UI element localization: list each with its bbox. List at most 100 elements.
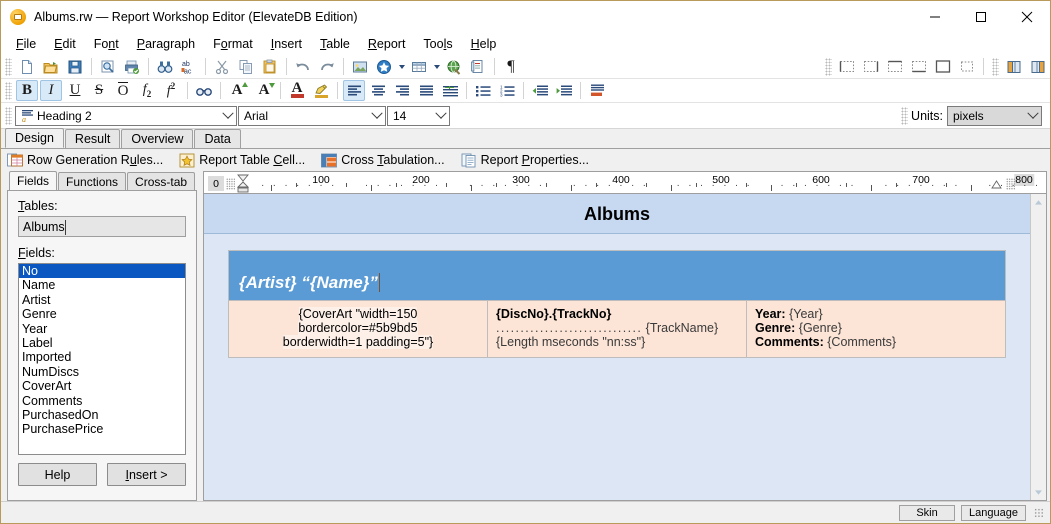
numbered-list-button[interactable]: 123 <box>496 80 518 101</box>
paragraph-style-combo[interactable]: a Heading 2 <box>15 105 237 126</box>
tab-stop-icon[interactable] <box>1006 178 1015 190</box>
line-spacing-button[interactable] <box>439 80 461 101</box>
menu-insert[interactable]: Insert <box>262 35 311 53</box>
list-item[interactable]: Label <box>19 336 185 350</box>
tab-stop-icon[interactable] <box>226 178 235 190</box>
menu-format[interactable]: Format <box>204 35 262 53</box>
minimize-button[interactable] <box>912 1 958 33</box>
align-justify-button[interactable] <box>415 80 437 101</box>
align-right-button[interactable] <box>391 80 413 101</box>
tab-data[interactable]: Data <box>194 129 241 148</box>
units-chevron-down-icon[interactable] <box>1024 107 1041 125</box>
help-button[interactable]: Help <box>18 463 97 486</box>
align-left-button[interactable] <box>343 80 365 101</box>
resize-grip-icon[interactable] <box>1034 507 1044 518</box>
align-center-button[interactable] <box>367 80 389 101</box>
list-item[interactable]: No <box>19 264 185 279</box>
report-title-cell[interactable]: {Artist} “{Name}” <box>228 250 1006 301</box>
menu-file[interactable]: FFileile <box>7 35 45 53</box>
undo-arrow-icon[interactable] <box>292 56 314 77</box>
border-bottom-icon[interactable] <box>910 59 928 74</box>
tab-result[interactable]: Result <box>64 129 121 148</box>
tables-chevron-down-icon[interactable] <box>64 219 66 235</box>
print-icon[interactable] <box>121 56 143 77</box>
shrink-font-icon[interactable]: A <box>253 80 276 101</box>
list-item[interactable]: PurchasedOn <box>19 408 185 422</box>
insert-image-icon[interactable] <box>349 56 371 77</box>
scrollbar-track[interactable] <box>1031 210 1046 484</box>
replace-abac-icon[interactable]: ab ac <box>178 56 200 77</box>
font-name-chevron-down-icon[interactable] <box>368 106 385 125</box>
redo-arrow-icon[interactable] <box>316 56 338 77</box>
right-margin-marker-icon[interactable] <box>991 178 1002 192</box>
insert-hyperlink-globe-icon[interactable] <box>443 56 465 77</box>
border-right-icon[interactable] <box>862 59 880 74</box>
horizontal-ruler[interactable]: 0 100 200 300 400 500 600 700 800 · · · <box>203 171 1047 193</box>
border-top-icon[interactable] <box>886 59 904 74</box>
cut-scissors-icon[interactable] <box>211 56 233 77</box>
bullet-list-button[interactable] <box>472 80 494 101</box>
menu-edit[interactable]: Edit <box>45 35 85 53</box>
superscript-button[interactable]: f2 <box>160 80 182 101</box>
toolbar-grip[interactable] <box>5 57 12 76</box>
toolbar-grip[interactable] <box>5 106 12 125</box>
menu-report[interactable]: Report <box>359 35 415 53</box>
panel-tab-crosstab[interactable]: Cross-tab <box>127 172 196 190</box>
menu-font[interactable]: Font <box>85 35 128 53</box>
report-canvas[interactable]: Albums {Artist} “{Name}” {CoverArt "widt… <box>204 194 1030 500</box>
insert-table-dropdown[interactable] <box>431 56 442 77</box>
open-folder-icon[interactable] <box>40 56 62 77</box>
paragraph-border-button[interactable] <box>586 80 608 101</box>
border-left-icon[interactable] <box>838 59 856 74</box>
overline-button[interactable]: O <box>112 80 134 101</box>
list-item[interactable]: Artist <box>19 293 185 307</box>
tables-combo[interactable]: Albums <box>18 216 186 237</box>
font-size-chevron-down-icon[interactable] <box>432 106 449 125</box>
decrease-indent-button[interactable] <box>529 80 551 101</box>
canvas-vertical-scrollbar[interactable] <box>1030 194 1046 500</box>
paste-clipboard-icon[interactable] <box>259 56 281 77</box>
increase-indent-button[interactable] <box>553 80 575 101</box>
subscript-button[interactable]: f2 <box>136 80 158 101</box>
border-all-icon[interactable] <box>934 59 952 74</box>
language-button[interactable]: Language <box>961 504 1026 521</box>
menu-tools[interactable]: Tools <box>414 35 461 53</box>
find-binoculars-icon[interactable] <box>154 56 176 77</box>
report-table-cell-button[interactable]: Report Table Cell... <box>179 150 313 170</box>
fields-listbox[interactable]: No Name Artist Genre Year Label Imported… <box>18 263 186 455</box>
paragraph-style-chevron-down-icon[interactable] <box>219 106 236 125</box>
save-disk-icon[interactable] <box>64 56 86 77</box>
new-document-icon[interactable] <box>16 56 38 77</box>
bold-button[interactable]: B <box>16 80 38 101</box>
list-item[interactable]: NumDiscs <box>19 365 185 379</box>
grow-font-icon[interactable]: A <box>226 80 249 101</box>
panel-tab-fields[interactable]: Fields <box>9 171 58 190</box>
list-item[interactable]: Comments <box>19 394 185 408</box>
track-list-cell[interactable]: {DiscNo}.{TrackNo} .....................… <box>487 300 747 358</box>
font-name-combo[interactable]: Arial <box>238 105 386 126</box>
insert-object-icon[interactable] <box>373 56 395 77</box>
report-table[interactable]: {Artist} “{Name}” {CoverArt "width=150 b… <box>228 250 1006 358</box>
font-color-icon[interactable]: A <box>286 80 308 101</box>
italic-button[interactable]: I <box>40 80 62 101</box>
menu-table[interactable]: Table <box>311 35 359 53</box>
print-preview-icon[interactable] <box>97 56 119 77</box>
panel-toolbar-grip[interactable] <box>992 57 999 76</box>
maximize-button[interactable] <box>958 1 1004 33</box>
scroll-down-icon[interactable] <box>1031 484 1046 500</box>
insert-note-icon[interactable] <box>467 56 489 77</box>
row-generation-rules-button[interactable]: Row Generation Rules... <box>7 150 171 170</box>
list-item[interactable]: CoverArt <box>19 379 185 393</box>
report-properties-button[interactable]: Report Properties... <box>461 150 597 170</box>
units-toolbar-grip[interactable] <box>901 106 909 125</box>
album-info-cell[interactable]: Year: {Year} Genre: {Genre} Comments: {C… <box>746 300 1006 358</box>
close-button[interactable] <box>1004 1 1050 33</box>
panel-tab-functions[interactable]: Functions <box>58 172 127 190</box>
show-right-panel-icon[interactable] <box>1027 56 1049 77</box>
underline-button[interactable]: U <box>64 80 86 101</box>
toolbar-grip[interactable] <box>5 81 12 100</box>
font-size-combo[interactable]: 14 <box>387 105 450 126</box>
copy-icon[interactable] <box>235 56 257 77</box>
insert-field-button[interactable]: Insert > <box>107 463 186 486</box>
list-item[interactable]: Year <box>19 322 185 336</box>
